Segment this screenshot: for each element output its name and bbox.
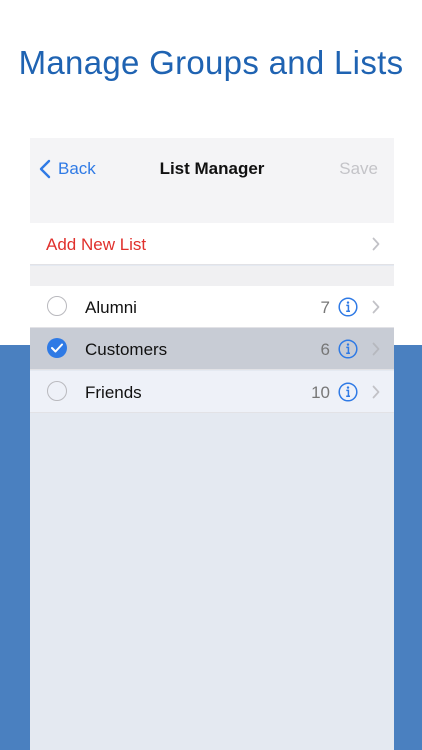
info-circle-icon[interactable] bbox=[338, 382, 358, 402]
section-gap bbox=[30, 198, 394, 223]
list-name: Alumni bbox=[85, 298, 137, 317]
page-headline: Manage Groups and Lists bbox=[18, 44, 404, 81]
info-circle-icon[interactable] bbox=[338, 339, 358, 359]
list-count: 7 bbox=[320, 298, 330, 317]
list-name: Friends bbox=[85, 383, 142, 402]
list-row-friends[interactable]: Friends 10 bbox=[30, 371, 394, 413]
navigation-bar: Back List Manager Save bbox=[30, 138, 394, 198]
list-row-alumni[interactable]: Alumni 7 bbox=[30, 286, 394, 328]
section-gap bbox=[30, 266, 394, 286]
checkmark-icon bbox=[51, 343, 63, 353]
chevron-right-icon bbox=[372, 300, 380, 314]
phone-screen: Back List Manager Save Add New List Alum… bbox=[30, 138, 394, 750]
list-name: Customers bbox=[85, 340, 168, 359]
radio-checked-icon[interactable] bbox=[47, 338, 67, 358]
chevron-right-icon bbox=[372, 342, 380, 356]
chevron-right-icon bbox=[372, 237, 380, 251]
radio-circle-icon[interactable] bbox=[47, 381, 67, 401]
list-count: 6 bbox=[320, 340, 330, 359]
info-circle-icon[interactable] bbox=[338, 297, 358, 317]
add-new-list-label: Add New List bbox=[46, 235, 147, 254]
radio-circle-icon[interactable] bbox=[47, 296, 67, 316]
list-count: 10 bbox=[311, 383, 330, 402]
list-row-customers[interactable]: Customers 6 bbox=[30, 328, 394, 370]
save-button[interactable]: Save bbox=[339, 159, 378, 179]
chevron-right-icon bbox=[372, 385, 380, 399]
add-new-list-row[interactable]: Add New List bbox=[30, 223, 394, 265]
